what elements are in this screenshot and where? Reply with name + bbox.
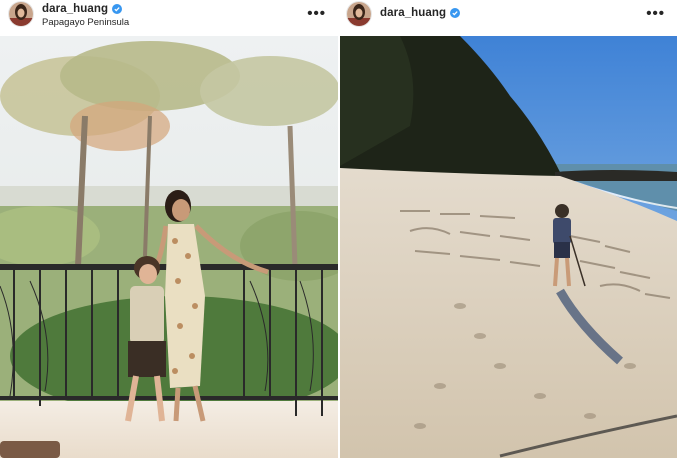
verified-badge-icon xyxy=(450,8,461,18)
avatar-image xyxy=(347,2,371,26)
post-photo[interactable] xyxy=(0,36,338,458)
username-row: dara_huang xyxy=(42,3,123,15)
post-header: dara_huang Papagayo Peninsula ••• xyxy=(0,0,338,36)
avatar[interactable] xyxy=(347,2,371,26)
more-options-icon[interactable]: ••• xyxy=(307,5,326,22)
instagram-post-left: dara_huang Papagayo Peninsula ••• xyxy=(0,0,338,458)
location-link[interactable]: Papagayo Peninsula xyxy=(42,17,129,28)
more-options-icon[interactable]: ••• xyxy=(646,5,665,22)
verified-badge-icon xyxy=(112,4,123,14)
instagram-post-right: dara_huang ••• xyxy=(340,0,677,458)
beach-photo xyxy=(340,36,677,458)
post-photo[interactable] xyxy=(340,36,677,458)
username-row: dara_huang xyxy=(380,7,461,19)
avatar-image xyxy=(9,2,33,26)
username[interactable]: dara_huang xyxy=(42,3,108,15)
username[interactable]: dara_huang xyxy=(380,7,446,19)
avatar[interactable] xyxy=(9,2,33,26)
post-header: dara_huang ••• xyxy=(340,0,677,36)
balcony-photo xyxy=(0,36,338,458)
